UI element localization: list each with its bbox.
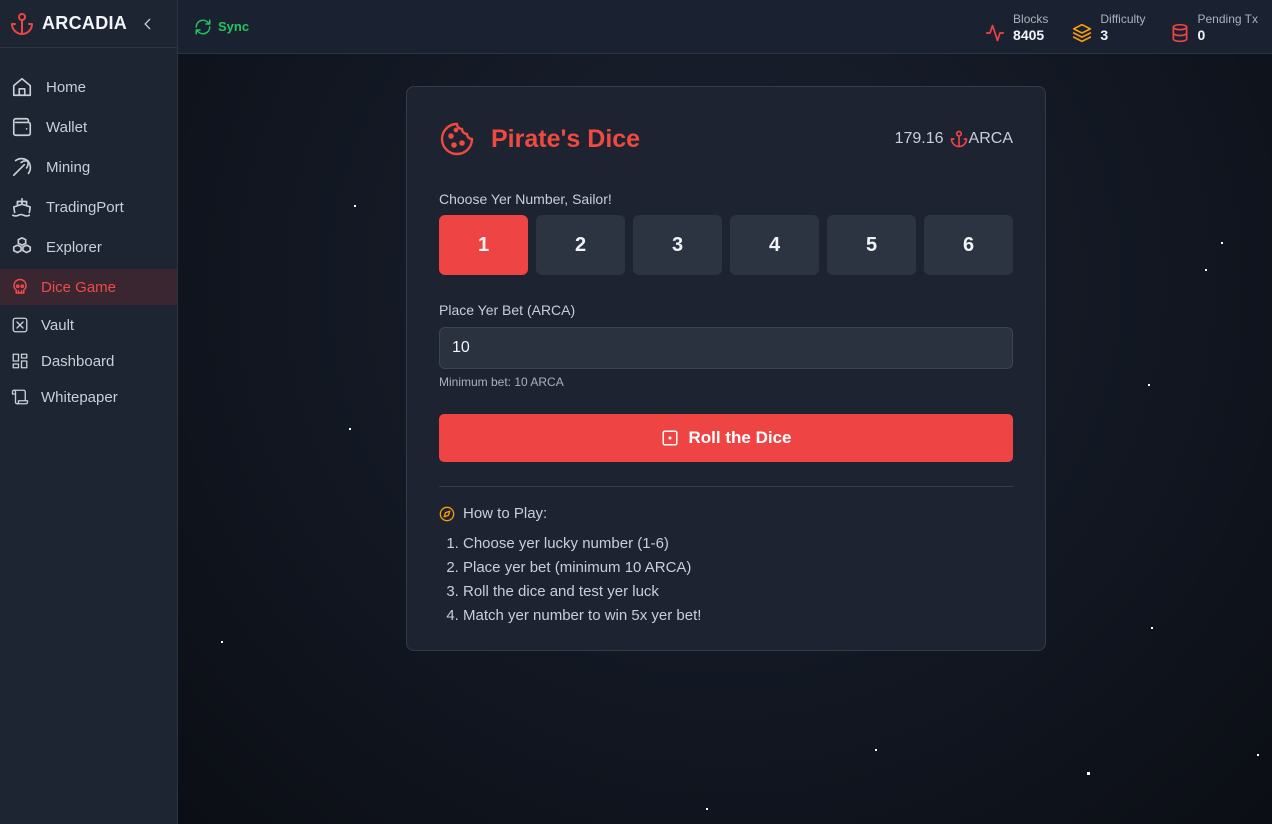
home-icon: [12, 77, 32, 97]
brand: ARCADIA: [0, 0, 177, 48]
sidebar-item-mining[interactable]: Mining: [0, 149, 177, 185]
stat-label: Difficulty: [1100, 11, 1146, 26]
roll-dice-button[interactable]: Roll the Dice: [439, 414, 1013, 462]
sidebar-item-label: Dice Game: [41, 278, 117, 296]
sidebar-item-label: Dashboard: [41, 352, 115, 370]
star-decoration: [706, 808, 708, 810]
wallet-icon: [12, 117, 32, 137]
sidebar-item-label: Vault: [41, 316, 75, 334]
step-item: Choose yer lucky number (1-6): [463, 532, 1013, 556]
roll-dice-label: Roll the Dice: [688, 428, 792, 447]
compass-icon: [439, 506, 455, 521]
stat-value: 8405: [1013, 26, 1045, 43]
boxes-icon: [12, 237, 32, 254]
sidebar-item-label: Mining: [46, 158, 91, 176]
sidebar-item-wallet[interactable]: Wallet: [0, 109, 177, 145]
activity-icon: [985, 24, 1005, 41]
scroll-icon: [11, 389, 29, 405]
star-decoration: [1205, 269, 1207, 271]
brand-name: ARCADIA: [42, 13, 128, 33]
bet-amount-input[interactable]: [439, 327, 1013, 369]
star-decoration: [1148, 384, 1150, 386]
balance-display: 179.16 ARCA: [895, 130, 1013, 148]
star-decoration: [221, 641, 223, 643]
how-to-play-title: How to Play:: [463, 505, 548, 522]
divider: [439, 486, 1013, 487]
step-item: Roll the dice and test yer luck: [463, 580, 1013, 604]
refresh-icon: [195, 19, 211, 34]
star-decoration: [875, 749, 877, 751]
topbar: Sync Blocks 8405 Difficulty 3 Pending Tx…: [178, 0, 1272, 54]
sync-label: Sync: [218, 19, 250, 34]
stat-blocks: Blocks 8405: [985, 11, 1048, 43]
dashboard-icon: [12, 353, 28, 369]
cookie-dice-icon: [440, 122, 474, 156]
sidebar-nav: Home Wallet Mining TradingPort Explorer …: [0, 69, 177, 413]
card-header: Pirate's Dice 179.16 ARCA: [439, 87, 1013, 191]
star-decoration: [354, 205, 356, 207]
ship-icon: [12, 197, 32, 217]
balance-value: 179.16: [894, 130, 944, 147]
number-button-1[interactable]: 1: [439, 215, 528, 275]
choose-number-label: Choose Yer Number, Sailor!: [439, 191, 612, 207]
sidebar-item-whitepaper[interactable]: Whitepaper: [0, 381, 177, 413]
stat-value: 0: [1197, 26, 1206, 43]
sidebar-item-label: TradingPort: [46, 198, 124, 216]
stat-label: Blocks: [1013, 11, 1049, 26]
sidebar-item-vault[interactable]: Vault: [0, 309, 177, 341]
sidebar-item-dashboard[interactable]: Dashboard: [0, 345, 177, 377]
sidebar-item-label: Whitepaper: [41, 388, 118, 406]
number-button-5[interactable]: 5: [827, 215, 916, 275]
anchor-icon: [950, 130, 967, 148]
stat-label: Pending Tx: [1197, 11, 1259, 26]
sidebar-item-label: Explorer: [46, 238, 102, 256]
star-decoration: [1151, 627, 1153, 629]
how-to-play-header: How to Play:: [439, 505, 1013, 522]
sidebar-item-label: Home: [46, 78, 87, 96]
sidebar-item-dice-game[interactable]: Dice Game: [0, 269, 177, 305]
balance-currency: ARCA: [968, 130, 1013, 147]
number-button-3[interactable]: 3: [633, 215, 722, 275]
star-decoration: [1221, 242, 1223, 244]
sync-button[interactable]: Sync: [194, 18, 249, 36]
anchor-icon: [11, 12, 33, 35]
bet-label: Place Yer Bet (ARCA): [439, 302, 576, 318]
network-stats: Blocks 8405 Difficulty 3 Pending Tx 0: [961, 11, 1258, 43]
number-button-6[interactable]: 6: [924, 215, 1013, 275]
stat-value: 3: [1100, 26, 1109, 43]
dice-game-card: Pirate's Dice 179.16 ARCA Choose Yer Num…: [406, 86, 1046, 651]
min-bet-hint: Minimum bet: 10 ARCA: [439, 375, 564, 389]
number-button-4[interactable]: 4: [730, 215, 819, 275]
sidebar: ARCADIA Home Wallet Mining TradingPort E…: [0, 0, 178, 824]
number-picker: 1 2 3 4 5 6: [439, 215, 1013, 275]
game-title: Pirate's Dice: [491, 124, 641, 153]
step-item: Place yer bet (minimum 10 ARCA): [463, 556, 1013, 580]
dice-icon: [662, 430, 678, 446]
skull-icon: [13, 278, 27, 294]
stat-difficulty: Difficulty 3: [1072, 11, 1146, 43]
layers-icon: [1073, 23, 1092, 42]
vault-icon: [12, 317, 28, 333]
star-decoration: [1257, 754, 1259, 756]
pickaxe-icon: [12, 157, 32, 177]
database-icon: [1172, 23, 1187, 42]
sidebar-item-tradingport[interactable]: TradingPort: [0, 189, 177, 225]
step-item: Match yer number to win 5x yer bet!: [463, 604, 1013, 628]
stat-pending-tx: Pending Tx 0: [1170, 11, 1259, 43]
sidebar-item-home[interactable]: Home: [0, 69, 177, 105]
star-decoration: [1087, 772, 1090, 775]
chevron-left-icon[interactable]: [141, 17, 155, 31]
how-to-play-steps: Choose yer lucky number (1-6) Place yer …: [439, 532, 1013, 628]
star-decoration: [349, 428, 351, 430]
sidebar-item-label: Wallet: [46, 118, 88, 136]
how-to-play: How to Play: Choose yer lucky number (1-…: [439, 505, 1013, 628]
sidebar-item-explorer[interactable]: Explorer: [0, 229, 177, 265]
number-button-2[interactable]: 2: [536, 215, 625, 275]
